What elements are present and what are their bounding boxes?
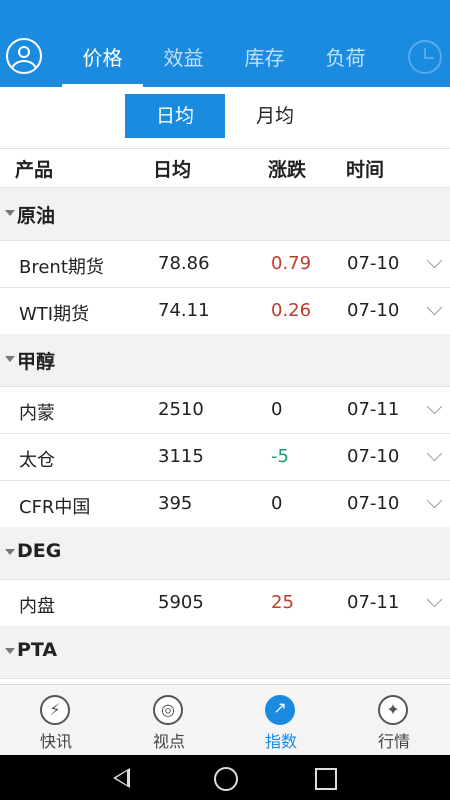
group-name: 原油 bbox=[17, 205, 56, 227]
row-product: WTI期货 bbox=[19, 304, 90, 325]
collapse-triangle-icon bbox=[5, 648, 15, 654]
row-time: 07-10 bbox=[347, 300, 400, 321]
table-row[interactable]: 内盘 5905 25 07-11 bbox=[0, 580, 450, 627]
collapse-triangle-icon bbox=[5, 210, 15, 216]
tab-benefit[interactable]: 效益 bbox=[143, 40, 224, 87]
globe-icon: ◎ bbox=[153, 695, 183, 725]
group-name: PTA bbox=[17, 639, 58, 661]
row-product: CFR中国 bbox=[19, 497, 91, 518]
group-name: 甲醇 bbox=[17, 351, 56, 373]
nav-label: 快讯 bbox=[39, 732, 72, 751]
group-header-deg[interactable]: DEG bbox=[0, 527, 450, 580]
table-row[interactable]: CFR中国 395 0 07-10 bbox=[0, 481, 450, 528]
row-product: Brent期货 bbox=[19, 257, 104, 278]
chevron-down-icon[interactable] bbox=[426, 398, 443, 415]
table-row[interactable]: 太仓 3115 -5 07-10 bbox=[0, 434, 450, 481]
system-navigation-bar bbox=[0, 755, 450, 800]
row-value: 74.11 bbox=[158, 300, 210, 321]
column-time: 时间 bbox=[346, 159, 385, 181]
daily-toggle-button[interactable]: 日均 bbox=[125, 94, 225, 138]
recent-apps-icon[interactable] bbox=[315, 768, 337, 790]
monthly-toggle-button[interactable]: 月均 bbox=[225, 94, 325, 138]
row-change: 0 bbox=[271, 493, 283, 514]
row-time: 07-10 bbox=[347, 446, 400, 467]
column-daily-avg: 日均 bbox=[153, 159, 192, 181]
group-name: DEG bbox=[17, 540, 62, 562]
nav-item-news[interactable]: ⚡ 快讯 bbox=[0, 685, 112, 756]
table-row[interactable]: WTI期货 74.11 0.26 07-10 bbox=[0, 288, 450, 335]
home-icon[interactable] bbox=[214, 767, 238, 791]
top-tabs: 价格 效益 库存 负荷 bbox=[62, 40, 386, 87]
row-time: 07-11 bbox=[347, 399, 400, 420]
nav-label: 行情 bbox=[377, 732, 410, 751]
group-header-methanol[interactable]: 甲醇 bbox=[0, 334, 450, 387]
row-change: 25 bbox=[271, 592, 294, 613]
bottom-navigation: ⚡ 快讯 ◎ 视点 ↗ 指数 ✦ 行情 bbox=[0, 684, 450, 756]
row-value: 3115 bbox=[158, 446, 204, 467]
row-value: 395 bbox=[158, 493, 193, 514]
table-row[interactable]: 内蒙 2510 0 07-11 bbox=[0, 387, 450, 434]
tab-load[interactable]: 负荷 bbox=[305, 40, 386, 87]
user-avatar-icon[interactable] bbox=[6, 38, 42, 74]
row-product: 内盘 bbox=[19, 596, 55, 617]
row-change: 0.79 bbox=[271, 253, 312, 274]
chevron-down-icon[interactable] bbox=[426, 492, 443, 509]
row-product: 太仓 bbox=[19, 450, 55, 471]
column-product: 产品 bbox=[15, 159, 54, 181]
nav-label: 指数 bbox=[264, 732, 297, 751]
table-row[interactable]: Brent期货 78.86 0.79 07-10 bbox=[0, 241, 450, 288]
nav-item-index[interactable]: ↗ 指数 bbox=[225, 685, 337, 756]
trend-icon: ↗ bbox=[265, 695, 295, 725]
column-change: 涨跌 bbox=[268, 159, 307, 181]
chevron-down-icon[interactable] bbox=[426, 445, 443, 462]
nav-item-market[interactable]: ✦ 行情 bbox=[338, 685, 450, 756]
collapse-triangle-icon bbox=[5, 356, 15, 362]
group-header-pta[interactable]: PTA bbox=[0, 626, 450, 679]
row-change: -5 bbox=[271, 446, 289, 467]
table-header: 产品 日均 涨跌 时间 bbox=[0, 148, 450, 188]
collapse-triangle-icon bbox=[5, 549, 15, 555]
tab-inventory[interactable]: 库存 bbox=[224, 40, 305, 87]
row-product: 内蒙 bbox=[19, 403, 55, 424]
chevron-down-icon[interactable] bbox=[426, 252, 443, 269]
chevron-down-icon[interactable] bbox=[426, 591, 443, 608]
nav-label: 视点 bbox=[152, 732, 185, 751]
row-value: 5905 bbox=[158, 592, 204, 613]
compass-icon: ✦ bbox=[378, 695, 408, 725]
app-header: 价格 效益 库存 负荷 bbox=[0, 0, 450, 87]
tab-price[interactable]: 价格 bbox=[62, 40, 143, 87]
clock-icon[interactable] bbox=[408, 40, 442, 74]
row-change: 0 bbox=[271, 399, 283, 420]
row-value: 2510 bbox=[158, 399, 204, 420]
lightning-icon: ⚡ bbox=[40, 695, 70, 725]
row-time: 07-10 bbox=[347, 493, 400, 514]
row-time: 07-10 bbox=[347, 253, 400, 274]
row-time: 07-11 bbox=[347, 592, 400, 613]
group-header-crude[interactable]: 原油 bbox=[0, 188, 450, 241]
row-value: 78.86 bbox=[158, 253, 210, 274]
chevron-down-icon[interactable] bbox=[426, 299, 443, 316]
nav-item-viewpoint[interactable]: ◎ 视点 bbox=[113, 685, 225, 756]
row-change: 0.26 bbox=[271, 300, 312, 321]
